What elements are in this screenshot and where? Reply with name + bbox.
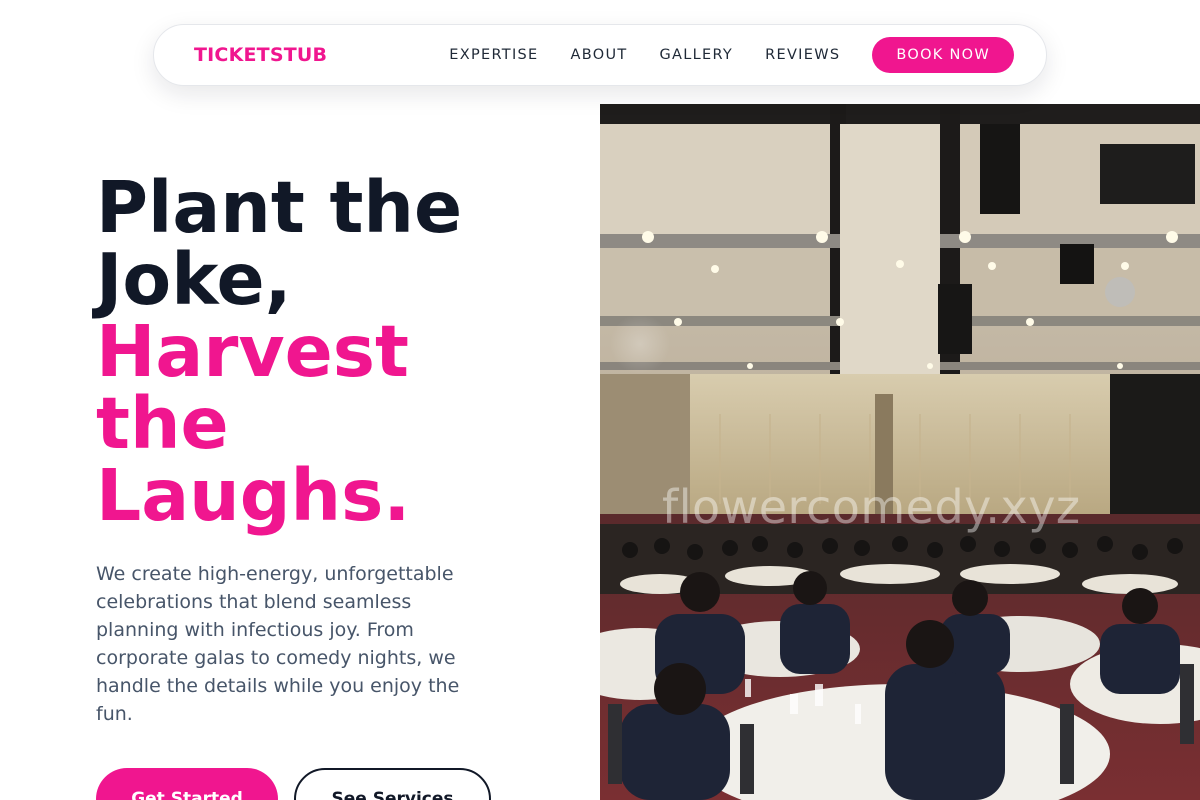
hero-title-accent-line: Laughs. (96, 454, 411, 537)
ballroom-illustration (600, 104, 1200, 800)
book-now-button[interactable]: BOOK NOW (872, 37, 1014, 73)
top-navbar: TICKETSTUB EXPERTISE ABOUT GALLERY REVIE… (153, 24, 1047, 86)
nav-link-about[interactable]: ABOUT (571, 47, 628, 63)
see-services-button[interactable]: See Services (294, 768, 491, 800)
nav-link-reviews[interactable]: REVIEWS (765, 47, 840, 63)
hero-event-photo: flowercomedy.xyz (600, 104, 1200, 800)
image-watermark: flowercomedy.xyz (662, 480, 1081, 534)
hero-title-accent-line: Harvest (96, 310, 409, 393)
hero-subtitle: We create high-energy, unforgettable cel… (96, 563, 460, 725)
hero-title-accent-line: the (96, 382, 229, 465)
nav-links: EXPERTISE ABOUT GALLERY REVIEWS BOOK NOW (449, 37, 1014, 73)
hero-title: Plant the Joke, Harvest the Laughs. (96, 172, 576, 532)
get-started-button[interactable]: Get Started (96, 768, 278, 800)
brand-logo[interactable]: TICKETSTUB (194, 44, 327, 66)
nav-link-expertise[interactable]: EXPERTISE (449, 47, 538, 63)
hero-title-line: Joke, (96, 238, 292, 321)
nav-link-gallery[interactable]: GALLERY (660, 47, 734, 63)
hero-title-line: Plant the (96, 166, 463, 249)
